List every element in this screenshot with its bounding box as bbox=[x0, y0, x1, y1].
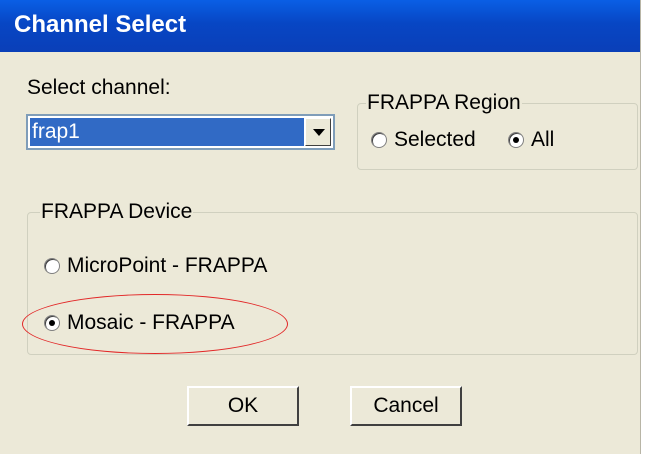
frappa-region-group: FRAPPA Region Selected All bbox=[357, 91, 638, 170]
radio-region-all-label: All bbox=[531, 128, 555, 151]
radio-region-selected-label: Selected bbox=[394, 128, 476, 151]
channel-select-dialog: Channel Select Select channel: frap1 FRA… bbox=[0, 0, 641, 454]
radio-unchecked-icon bbox=[371, 132, 387, 148]
channel-selected-value: frap1 bbox=[30, 118, 304, 146]
chevron-down-icon[interactable] bbox=[305, 118, 331, 146]
radio-region-selected[interactable]: Selected bbox=[371, 128, 476, 152]
cancel-button[interactable]: Cancel bbox=[350, 386, 462, 426]
channel-dropdown[interactable]: frap1 bbox=[26, 114, 335, 150]
radio-device-micropoint-label: MicroPoint - FRAPPA bbox=[67, 254, 268, 277]
radio-device-micropoint[interactable]: MicroPoint - FRAPPA bbox=[44, 254, 267, 278]
frappa-region-legend: FRAPPA Region bbox=[366, 91, 522, 115]
window-title: Channel Select bbox=[14, 11, 187, 38]
radio-unchecked-icon bbox=[44, 258, 60, 274]
radio-checked-icon bbox=[508, 132, 524, 148]
title-bar[interactable]: Channel Select bbox=[0, 0, 640, 52]
frappa-device-legend: FRAPPA Device bbox=[40, 200, 194, 224]
highlight-annotation-ellipse bbox=[22, 294, 288, 354]
select-channel-label: Select channel: bbox=[27, 76, 171, 99]
ok-button[interactable]: OK bbox=[187, 386, 299, 426]
radio-region-all[interactable]: All bbox=[508, 128, 554, 152]
